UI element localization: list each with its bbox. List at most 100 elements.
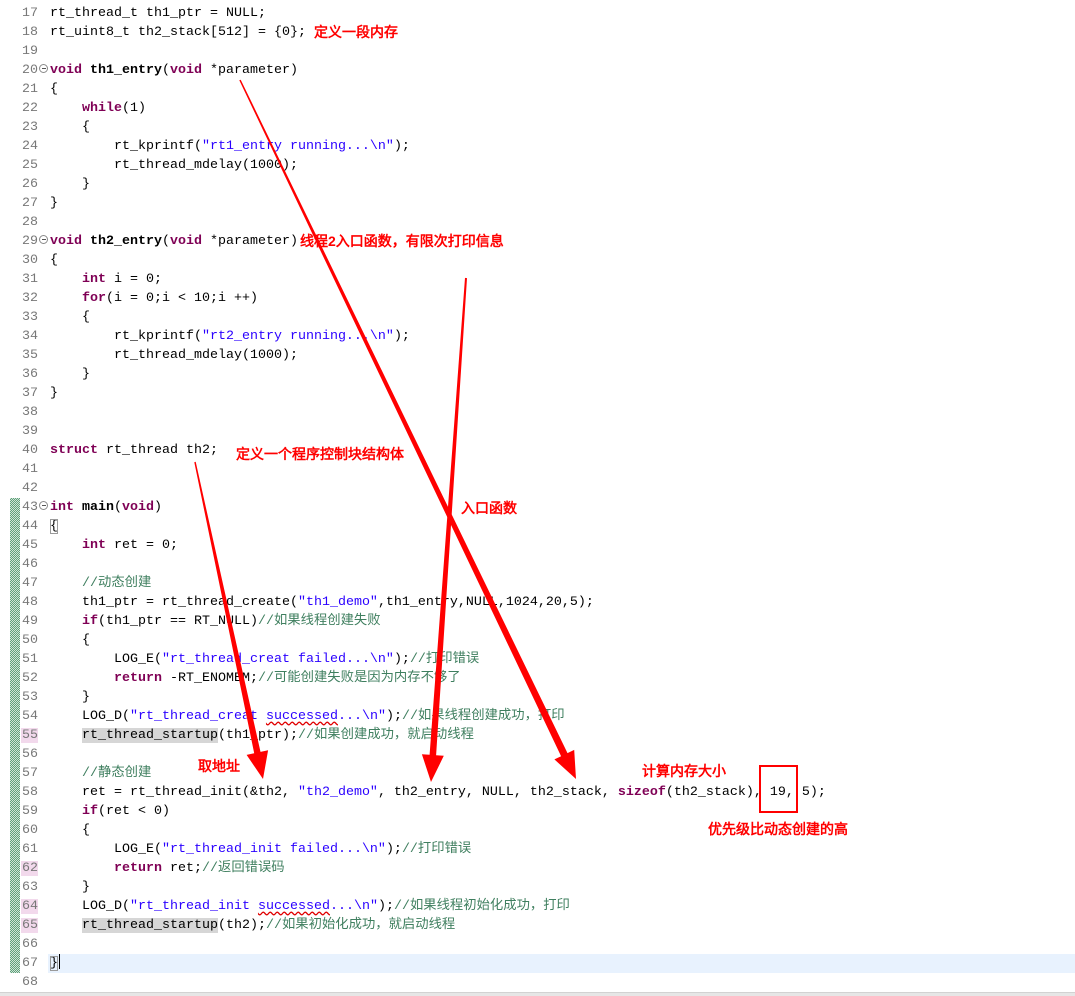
code-content[interactable]: rt_kprintf("rt2_entry running...\n"); [48,327,1075,346]
code-content[interactable]: rt_thread_startup(th1_ptr);//如果创建成功，就启动线… [48,726,1075,745]
code-line[interactable]: 40 struct rt_thread th2; [0,441,1075,460]
code-content[interactable]: } [48,878,1075,897]
code-line[interactable]: 24 rt_kprintf("rt1_entry running...\n"); [0,137,1075,156]
code-line[interactable]: 53 } [0,688,1075,707]
code-content[interactable]: return ret;//返回错误码 [48,859,1075,878]
code-content[interactable]: } [48,688,1075,707]
code-line[interactable]: 68 [0,973,1075,992]
fold-collapse-icon[interactable] [39,500,48,510]
code-line[interactable]: 55 rt_thread_startup(th1_ptr);//如果创建成功，就… [0,726,1075,745]
code-content[interactable] [48,555,1075,574]
code-line[interactable]: 23 { [0,118,1075,137]
code-content[interactable] [48,460,1075,479]
code-content[interactable]: LOG_E("rt_thread_init failed...\n");//打印… [48,840,1075,859]
code-line[interactable]: 17 rt_thread_t th1_ptr = NULL; [0,4,1075,23]
code-content[interactable]: { [48,80,1075,99]
code-line[interactable]: 42 [0,479,1075,498]
code-content[interactable]: { [48,251,1075,270]
code-content[interactable]: LOG_D("rt_thread_init successed...\n");/… [48,897,1075,916]
code-line[interactable]: 18 rt_uint8_t th2_stack[512] = {0}; [0,23,1075,42]
code-content[interactable]: rt_thread_mdelay(1000); [48,346,1075,365]
code-content[interactable]: } [48,194,1075,213]
code-content[interactable]: { [48,631,1075,650]
code-content[interactable]: while(1) [48,99,1075,118]
code-content[interactable]: { [48,308,1075,327]
code-line[interactable]: 48 th1_ptr = rt_thread_create("th1_demo"… [0,593,1075,612]
code-content[interactable] [48,479,1075,498]
code-line[interactable]: 26 } [0,175,1075,194]
code-content[interactable]: rt_thread_startup(th2);//如果初始化成功，就启动线程 [48,916,1075,935]
code-line[interactable]: 61 LOG_E("rt_thread_init failed...\n");/… [0,840,1075,859]
code-line[interactable]: 50 { [0,631,1075,650]
code-line[interactable]: 36 } [0,365,1075,384]
code-content[interactable]: int main(void) [48,498,1075,517]
code-line[interactable]: 20 void th1_entry(void *parameter) [0,61,1075,80]
code-line[interactable]: 33 { [0,308,1075,327]
code-line[interactable]: 60 { [0,821,1075,840]
code-line[interactable]: 62 return ret;//返回错误码 [0,859,1075,878]
code-line[interactable]: 44 { [0,517,1075,536]
code-line[interactable]: 32 for(i = 0;i < 10;i ++) [0,289,1075,308]
code-line[interactable]: 57 //静态创建 [0,764,1075,783]
code-line[interactable]: 59 if(ret < 0) [0,802,1075,821]
code-content[interactable]: for(i = 0;i < 10;i ++) [48,289,1075,308]
code-line[interactable]: 19 [0,42,1075,61]
code-line[interactable]: 56 [0,745,1075,764]
code-content[interactable]: //动态创建 [48,574,1075,593]
code-line[interactable]: 30 { [0,251,1075,270]
code-content[interactable]: LOG_D("rt_thread_creat successed...\n");… [48,707,1075,726]
code-content[interactable]: } [48,365,1075,384]
code-line[interactable]: 21 { [0,80,1075,99]
code-content[interactable] [48,973,1075,992]
code-line[interactable]: 28 [0,213,1075,232]
code-content[interactable]: void th2_entry(void *parameter) [48,232,1075,251]
code-content[interactable]: if(th1_ptr == RT_NULL)//如果线程创建失败 [48,612,1075,631]
code-line[interactable]: 58 ret = rt_thread_init(&th2, "th2_demo"… [0,783,1075,802]
code-content[interactable]: void th1_entry(void *parameter) [48,61,1075,80]
code-line[interactable]: 45 int ret = 0; [0,536,1075,555]
code-line[interactable]: 25 rt_thread_mdelay(1000); [0,156,1075,175]
code-line[interactable]: 35 rt_thread_mdelay(1000); [0,346,1075,365]
code-content[interactable]: th1_ptr = rt_thread_create("th1_demo",th… [48,593,1075,612]
code-line[interactable]: 52 return -RT_ENOMEM;//可能创建失败是因为内存不够了 [0,669,1075,688]
fold-collapse-icon[interactable] [39,234,48,244]
code-content[interactable]: } [48,953,1075,973]
code-content[interactable] [48,935,1075,954]
code-content[interactable]: LOG_E("rt_thread_creat failed...\n");//打… [48,650,1075,669]
code-line[interactable]: 66 [0,935,1075,954]
code-line[interactable]: 41 [0,460,1075,479]
code-content[interactable]: rt_thread_t th1_ptr = NULL; [48,4,1075,23]
code-content[interactable]: { [48,821,1075,840]
code-content[interactable]: } [48,175,1075,194]
code-content[interactable] [48,213,1075,232]
code-line[interactable]: 64 LOG_D("rt_thread_init successed...\n"… [0,897,1075,916]
code-line[interactable]: 22 while(1) [0,99,1075,118]
code-line[interactable]: 54 LOG_D("rt_thread_creat successed...\n… [0,707,1075,726]
code-line[interactable]: 65 rt_thread_startup(th2);//如果初始化成功，就启动线… [0,916,1075,935]
code-line[interactable]: 51 LOG_E("rt_thread_creat failed...\n");… [0,650,1075,669]
code-content[interactable]: if(ret < 0) [48,802,1075,821]
code-line[interactable]: 31 int i = 0; [0,270,1075,289]
code-content[interactable]: return -RT_ENOMEM;//可能创建失败是因为内存不够了 [48,669,1075,688]
code-content[interactable]: int i = 0; [48,270,1075,289]
code-content[interactable]: struct rt_thread th2; [48,441,1075,460]
code-content[interactable]: } [48,384,1075,403]
code-content[interactable]: rt_thread_mdelay(1000); [48,156,1075,175]
code-editor[interactable]: 17 rt_thread_t th1_ptr = NULL; 18 rt_uint8_… [0,0,1075,996]
code-content[interactable]: int ret = 0; [48,536,1075,555]
code-line-current[interactable]: 67} [0,953,1075,973]
code-line[interactable]: 27} [0,194,1075,213]
code-line[interactable]: 43 int main(void) [0,498,1075,517]
code-line[interactable]: 37} [0,384,1075,403]
code-line[interactable]: 46 [0,555,1075,574]
code-line[interactable]: 49 if(th1_ptr == RT_NULL)//如果线程创建失败 [0,612,1075,631]
code-line[interactable]: 29 void th2_entry(void *parameter) [0,232,1075,251]
code-content[interactable]: rt_uint8_t th2_stack[512] = {0}; [48,23,1075,42]
code-line[interactable]: 34 rt_kprintf("rt2_entry running...\n"); [0,327,1075,346]
code-content[interactable]: { [48,118,1075,137]
code-content[interactable]: rt_kprintf("rt1_entry running...\n"); [48,137,1075,156]
code-content[interactable] [48,422,1075,441]
code-content[interactable]: { [48,517,1075,536]
code-lines[interactable]: 17 rt_thread_t th1_ptr = NULL; 18 rt_uint8_… [0,4,1075,992]
code-content[interactable] [48,42,1075,61]
